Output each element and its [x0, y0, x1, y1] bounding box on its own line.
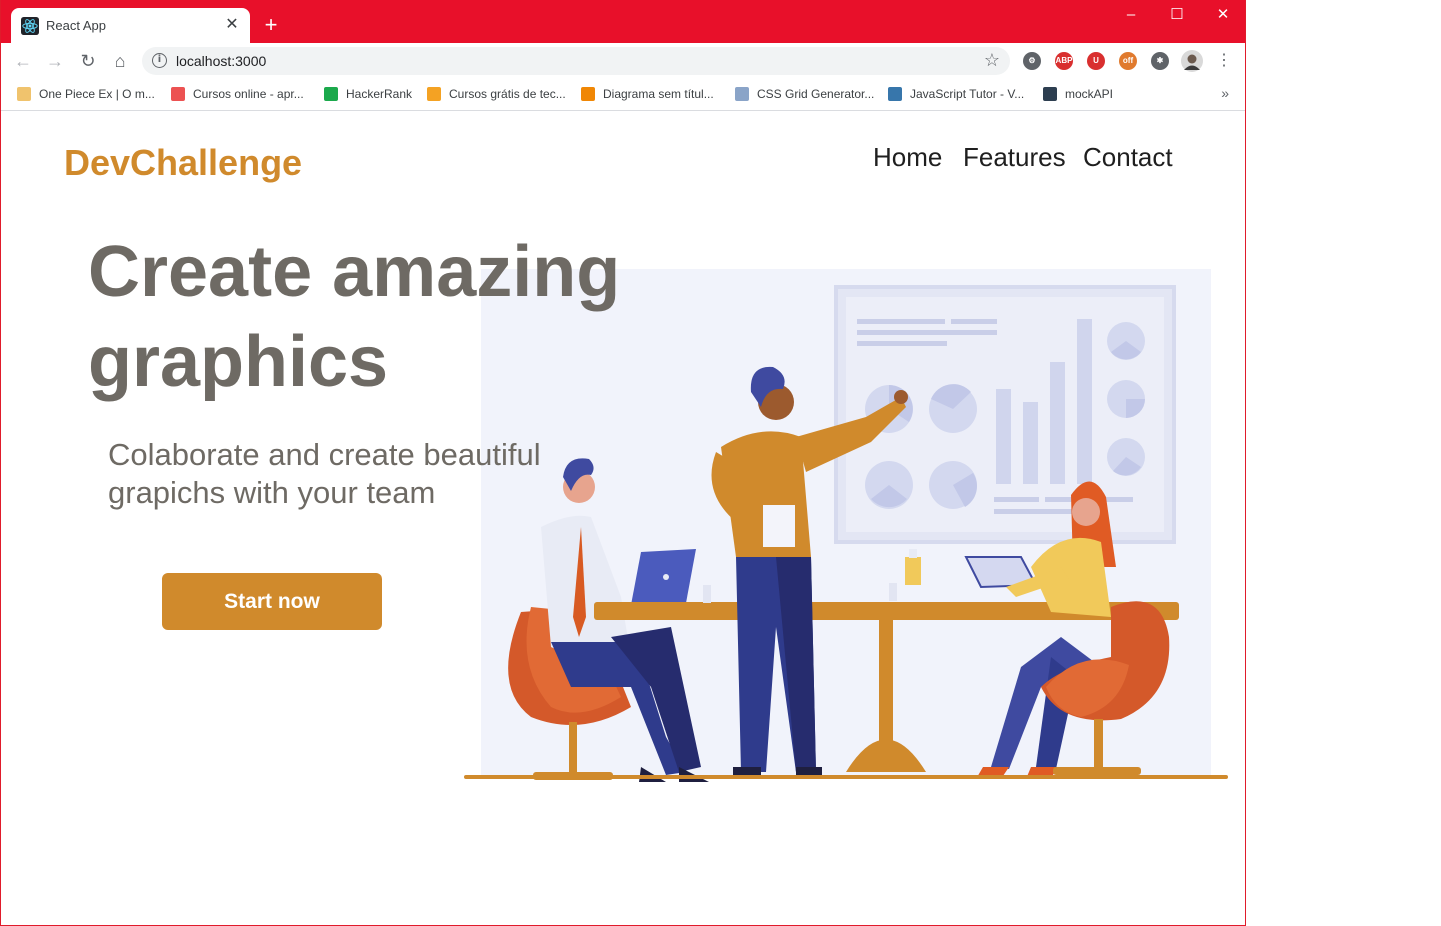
page-content: DevChallenge Home Features Contact Creat… [1, 112, 1245, 925]
info-icon[interactable]: i [152, 53, 167, 68]
bookmark-label: Cursos online - apr... [193, 87, 304, 101]
settings-extension-icon[interactable]: ⚙ [1023, 52, 1041, 70]
bookmark-star-icon[interactable]: ☆ [984, 50, 1000, 71]
address-toolbar: ← → ↻ ⌂ i localhost:3000 ☆ ⚙ ABP Uoff ✱ ⋮ [1, 43, 1245, 79]
bookmark-item[interactable]: Cursos grátis de tec... [427, 86, 566, 104]
maximize-button[interactable]: ☐ [1157, 4, 1197, 26]
bookmark-favicon-icon [888, 87, 902, 101]
bookmark-item[interactable]: Cursos online - apr... [171, 86, 304, 104]
bookmark-favicon-icon [171, 87, 185, 101]
start-now-button[interactable]: Start now [162, 573, 382, 630]
title-bar: React App ✕ + – ☐ ✕ [1, 0, 1245, 43]
hero-subtitle: Colaborate and create beautiful grapichs… [108, 437, 541, 510]
bookmark-item[interactable]: Diagrama sem títul... [581, 86, 714, 104]
back-arrow-icon[interactable]: ← [11, 50, 35, 74]
address-bar[interactable]: i localhost:3000 ☆ [142, 47, 1010, 75]
bookmark-favicon-icon [324, 87, 338, 101]
profile-avatar[interactable] [1181, 50, 1203, 72]
off-extension-icon[interactable]: off [1119, 52, 1137, 70]
nav-link-home[interactable]: Home [873, 142, 942, 173]
bookmark-favicon-icon [17, 87, 31, 101]
bookmark-label: One Piece Ex | O m... [39, 87, 155, 101]
home-icon[interactable]: ⌂ [108, 50, 132, 74]
adblock-plus-extension-icon[interactable]: ABP [1055, 52, 1073, 70]
bookmark-label: CSS Grid Generator... [757, 87, 875, 101]
forward-arrow-icon[interactable]: → [43, 50, 67, 74]
bookmark-label: HackerRank [346, 87, 413, 101]
puzzle-extension-icon[interactable]: ✱ [1151, 52, 1169, 70]
nav-link-features[interactable]: Features [963, 142, 1066, 173]
bookmark-label: Diagrama sem títul... [603, 87, 714, 101]
menu-kebab-icon[interactable]: ⋮ [1212, 50, 1236, 74]
close-window-button[interactable]: ✕ [1203, 4, 1243, 26]
bookmark-item[interactable]: One Piece Ex | O m... [17, 86, 155, 104]
minimize-button[interactable]: – [1111, 4, 1151, 26]
bookmark-favicon-icon [427, 87, 441, 101]
reload-icon[interactable]: ↻ [76, 50, 100, 74]
bookmark-item[interactable]: JavaScript Tutor - V... [888, 86, 1024, 104]
close-tab-icon[interactable]: ✕ [222, 15, 242, 35]
bookmark-favicon-icon [1043, 87, 1057, 101]
react-icon [21, 17, 39, 35]
nav-link-contact[interactable]: Contact [1083, 142, 1173, 173]
hero-title: Create amazing graphics [88, 232, 621, 402]
browser-window: React App ✕ + – ☐ ✕ ← → ↻ ⌂ i localhost:… [0, 0, 1246, 926]
new-tab-button[interactable]: + [260, 14, 282, 36]
bookmark-item[interactable]: mockAPI [1043, 86, 1113, 104]
bookmark-item[interactable]: HackerRank [324, 86, 412, 104]
bookmarks-overflow-icon[interactable]: » [1221, 85, 1229, 101]
browser-tab[interactable]: React App ✕ [11, 8, 250, 43]
tab-title: React App [46, 18, 106, 33]
bookmark-favicon-icon [735, 87, 749, 101]
url-text: localhost:3000 [176, 53, 267, 69]
bookmark-item[interactable]: CSS Grid Generator... [735, 86, 874, 104]
bookmark-label: JavaScript Tutor - V... [910, 87, 1025, 101]
bookmark-label: Cursos grátis de tec... [449, 87, 566, 101]
bookmarks-bar: One Piece Ex | O m... Cursos online - apr… [1, 79, 1245, 111]
bookmark-favicon-icon [581, 87, 595, 101]
bookmark-label: mockAPI [1065, 87, 1114, 101]
site-logo[interactable]: DevChallenge [64, 142, 302, 184]
ublock-extension-icon[interactable]: U [1087, 52, 1105, 70]
